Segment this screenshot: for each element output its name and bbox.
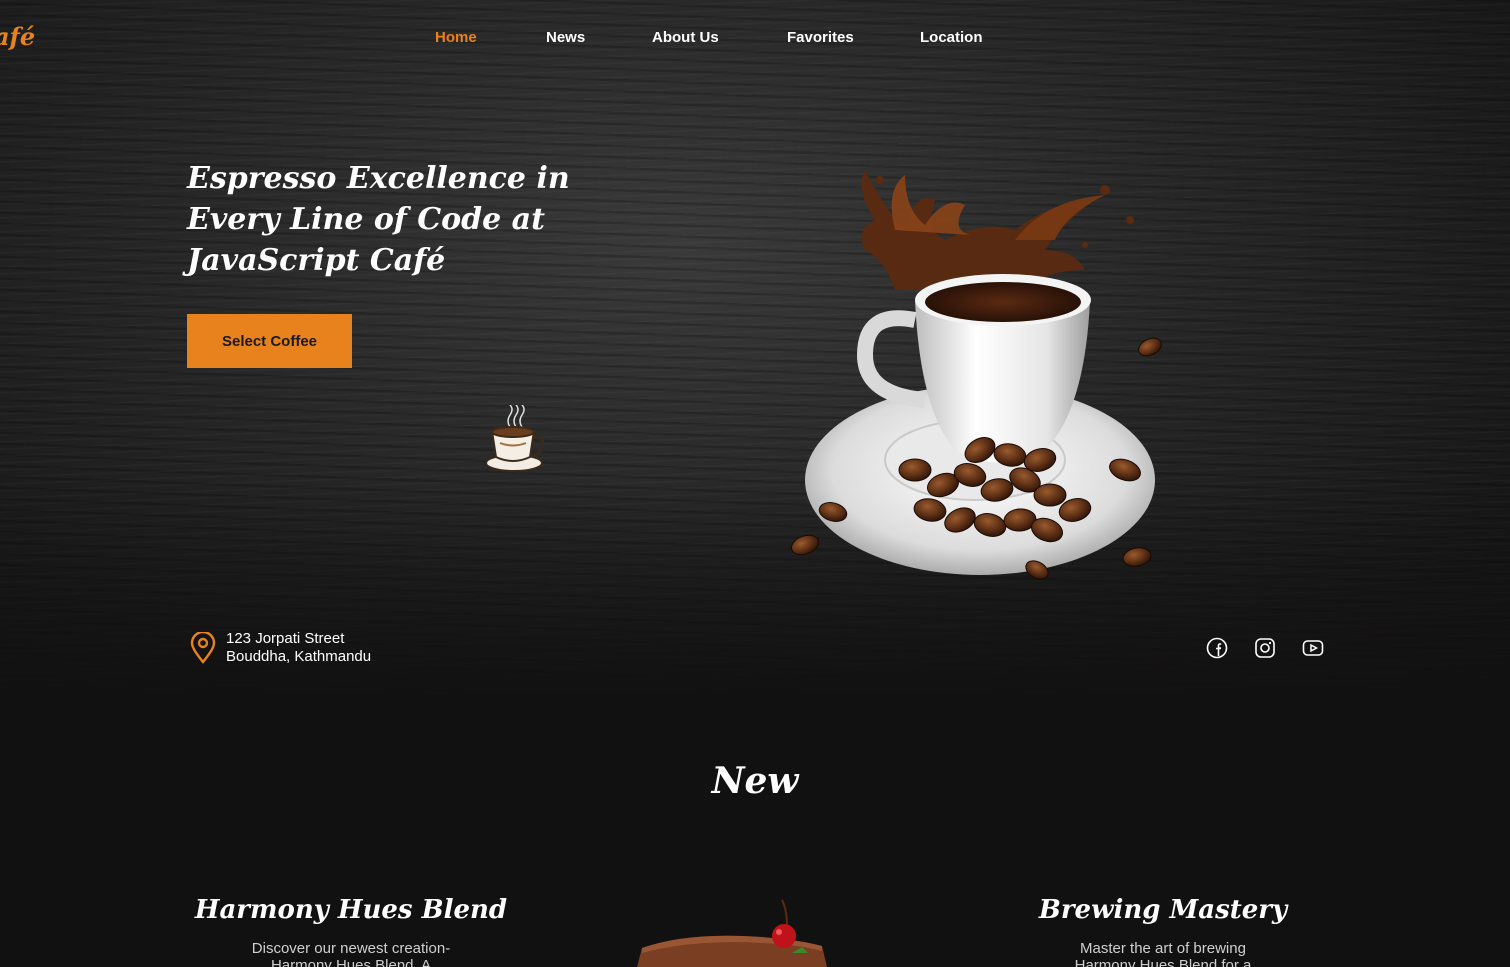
youtube-icon[interactable] [1302, 637, 1324, 659]
nav-item-location[interactable]: Location [920, 29, 983, 46]
address-line-1: 123 Jorpati Street [226, 630, 345, 647]
address-line-2: Bouddha, Kathmandu [226, 648, 372, 665]
address-block: 123 Jorpati Street Bouddha, Kathmandu [190, 630, 371, 666]
card-desc-harmony-hues: Discover our newest creation- Harmony Hu… [231, 940, 471, 967]
facebook-icon[interactable] [1206, 637, 1228, 659]
card-title-harmony-hues: Harmony Hues Blend [194, 895, 508, 925]
new-section-title: New [711, 760, 799, 802]
hero-title: Espresso Excellence in Every Line of Cod… [187, 161, 570, 278]
cake-image [637, 899, 827, 967]
coffee-cup-icon [485, 405, 545, 472]
main-nav: Home News About Us Favorites Location [0, 29, 1510, 51]
card-desc-line: Harmony Hues Blend. A [270, 957, 432, 967]
nav-item-about-us[interactable]: About Us [652, 29, 719, 46]
select-coffee-button[interactable]: Select Coffee [187, 314, 352, 368]
coffee-splash-image [790, 170, 1162, 580]
card-desc-line: Harmony Hues Blend for a [1074, 957, 1252, 967]
card-desc-line: Discover our newest creation- [251, 940, 451, 957]
card-desc-brewing-mastery: Master the art of brewing Harmony Hues B… [1043, 940, 1283, 967]
hero-fade [0, 480, 1510, 700]
social-links [1206, 637, 1324, 659]
instagram-icon[interactable] [1254, 637, 1276, 659]
card-desc-line: Master the art of brewing [1080, 940, 1246, 957]
nav-item-home[interactable]: Home [435, 29, 477, 46]
nav-item-news[interactable]: News [546, 29, 585, 46]
location-pin-icon [190, 632, 216, 664]
card-title-brewing-mastery: Brewing Mastery [1038, 895, 1288, 925]
nav-item-favorites[interactable]: Favorites [787, 29, 854, 46]
